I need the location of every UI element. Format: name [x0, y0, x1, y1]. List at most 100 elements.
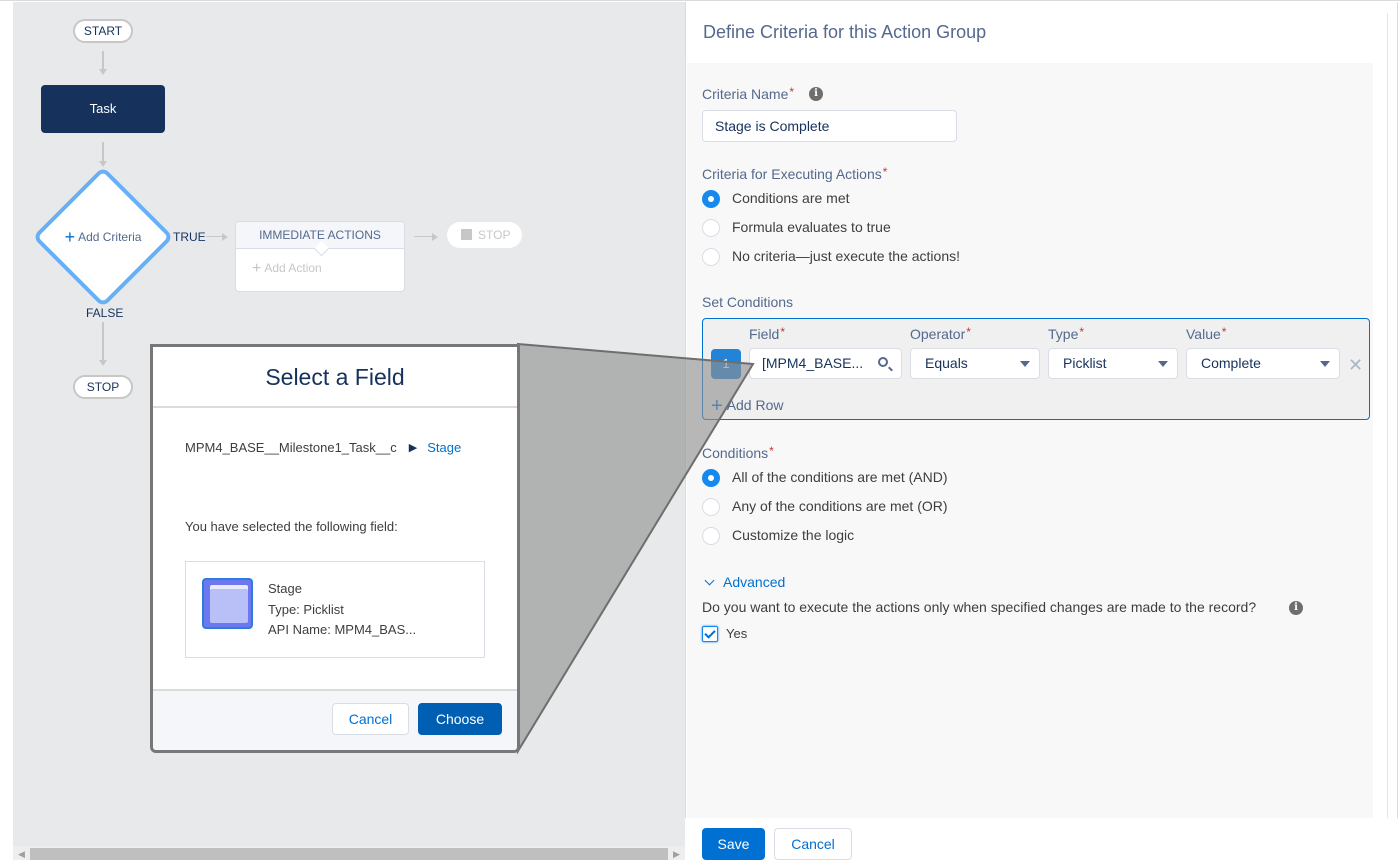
vertical-scrollbar[interactable]: [1387, 13, 1388, 858]
caret-right-icon: ▶: [408, 442, 418, 454]
field-lookup-value: [MPM4_BASE...: [762, 355, 864, 371]
plus-icon: +: [64, 227, 76, 247]
radio-all-conditions[interactable]: [702, 469, 720, 487]
arrow-down-icon: [99, 360, 107, 366]
connector-start-task: [102, 51, 104, 69]
search-icon[interactable]: [878, 357, 888, 367]
operator-select[interactable]: Equals: [910, 348, 1040, 379]
required-asterisk: *: [769, 444, 774, 458]
required-asterisk: *: [789, 85, 795, 99]
value-value: Complete: [1201, 355, 1261, 371]
column-type-text: Type: [1048, 326, 1079, 342]
radio-label-formula-true[interactable]: Formula evaluates to true: [732, 219, 891, 235]
radio-any-conditions[interactable]: [702, 498, 720, 516]
advanced-toggle[interactable]: Advanced: [704, 574, 785, 590]
true-label: TRUE: [173, 230, 206, 244]
scroll-left-icon[interactable]: ◀: [18, 849, 25, 859]
column-header-value: Value*: [1186, 325, 1226, 342]
advanced-label: Advanced: [723, 574, 786, 590]
stop-square-icon: [461, 229, 472, 240]
value-select[interactable]: Complete: [1186, 348, 1340, 379]
required-asterisk: *: [882, 165, 888, 179]
selected-field-name: Stage: [268, 581, 302, 596]
criteria-name-input[interactable]: Stage is Complete: [702, 110, 957, 142]
immediate-actions-box: IMMEDIATE ACTIONS + Add Action: [235, 221, 405, 292]
scroll-right-icon[interactable]: ▶: [673, 849, 680, 859]
arrow-down-icon: [99, 69, 107, 75]
operator-value: Equals: [925, 355, 968, 371]
field-lookup-input[interactable]: [MPM4_BASE...: [749, 348, 902, 379]
radio-no-criteria[interactable]: [702, 248, 720, 266]
modal-body: MPM4_BASE__Milestone1_Task__c ▶ Stage Yo…: [153, 440, 517, 658]
radio-conditions-met[interactable]: [702, 190, 720, 208]
plus-icon: +: [252, 260, 262, 277]
add-criteria-button[interactable]: + Add Criteria: [40, 227, 166, 247]
add-action-label: Add Action: [264, 261, 322, 275]
modal-title: Select a Field: [153, 347, 517, 408]
breadcrumb-object[interactable]: MPM4_BASE__Milestone1_Task__c: [185, 440, 397, 455]
executing-actions-label-text: Criteria for Executing Actions: [702, 166, 882, 182]
selected-field-type: Type: Picklist: [268, 601, 344, 617]
column-header-type: Type*: [1048, 325, 1084, 342]
cancel-button[interactable]: Cancel: [774, 828, 852, 860]
horizontal-scrollbar[interactable]: ◀ ▶: [13, 846, 685, 860]
add-row-button[interactable]: + Add Row: [711, 395, 784, 418]
arrow-right-icon: [222, 233, 228, 241]
immediate-actions-header: IMMEDIATE ACTIONS: [236, 222, 404, 249]
radio-label-any-conditions[interactable]: Any of the conditions are met (OR): [732, 498, 948, 514]
advanced-question: Do you want to execute the actions only …: [702, 599, 1257, 615]
set-conditions-label: Set Conditions: [702, 294, 794, 310]
save-button[interactable]: Save: [702, 828, 765, 860]
modal-footer: Cancel Choose: [153, 689, 517, 750]
chevron-down-icon: [1020, 361, 1030, 367]
connector-actions-stop: [414, 236, 434, 237]
radio-label-customize-logic[interactable]: Customize the logic: [732, 527, 854, 543]
required-asterisk: *: [780, 325, 786, 339]
column-header-operator: Operator*: [910, 325, 971, 342]
connector-task-criteria: [102, 142, 104, 161]
stop-node-true: STOP: [447, 222, 522, 248]
conditions-label: Conditions*: [702, 444, 774, 461]
process-builder-screen: START Task + Add Criteria TRUE IMMEDIATE …: [0, 0, 1400, 861]
radio-formula-true[interactable]: [702, 219, 720, 237]
criteria-name-label: Criteria Name*: [702, 85, 794, 102]
column-header-field: Field*: [749, 325, 785, 342]
info-icon[interactable]: i: [809, 87, 823, 101]
remove-row-icon[interactable]: ✕: [1348, 355, 1363, 376]
stop-true-label: STOP: [478, 228, 511, 242]
choose-button[interactable]: Choose: [418, 703, 502, 735]
chevron-down-icon: [1320, 361, 1330, 367]
selected-field-card: Stage Type: Picklist API Name: MPM4_BAS.…: [185, 561, 485, 658]
task-object-node[interactable]: Task: [41, 85, 165, 133]
add-criteria-label: Add Criteria: [78, 230, 142, 244]
start-node: START: [73, 19, 133, 43]
breadcrumb-field-link[interactable]: Stage: [427, 440, 461, 455]
radio-label-all-conditions[interactable]: All of the conditions are met (AND): [732, 469, 948, 485]
type-select[interactable]: Picklist: [1048, 348, 1178, 379]
scrollbar-thumb[interactable]: [30, 848, 668, 860]
yes-checkbox[interactable]: [702, 626, 718, 642]
arrow-right-icon: [432, 233, 438, 241]
info-icon[interactable]: i: [1289, 601, 1303, 615]
criteria-name-label-text: Criteria Name: [702, 86, 789, 102]
executing-actions-label: Criteria for Executing Actions*: [702, 165, 887, 182]
row-number-badge: 1: [711, 349, 741, 379]
modal-cancel-button[interactable]: Cancel: [332, 703, 409, 735]
false-label: FALSE: [86, 306, 124, 320]
required-asterisk: *: [966, 325, 971, 339]
add-row-label: Add Row: [726, 397, 784, 413]
radio-customize-logic[interactable]: [702, 527, 720, 545]
column-operator-text: Operator: [910, 326, 966, 342]
radio-label-conditions-met[interactable]: Conditions are met: [732, 190, 850, 206]
column-field-text: Field: [749, 326, 780, 342]
chevron-down-icon: [1158, 361, 1168, 367]
field-breadcrumb: MPM4_BASE__Milestone1_Task__c ▶ Stage: [185, 440, 485, 455]
required-asterisk: *: [1079, 325, 1085, 339]
stop-node-false: STOP: [73, 375, 133, 399]
arrow-down-icon: [99, 161, 107, 167]
connector-false: [102, 322, 104, 360]
conditions-label-text: Conditions: [702, 445, 769, 461]
radio-label-no-criteria[interactable]: No criteria—just execute the actions!: [732, 248, 960, 264]
column-value-text: Value: [1186, 326, 1221, 342]
yes-checkbox-label[interactable]: Yes: [726, 626, 747, 641]
